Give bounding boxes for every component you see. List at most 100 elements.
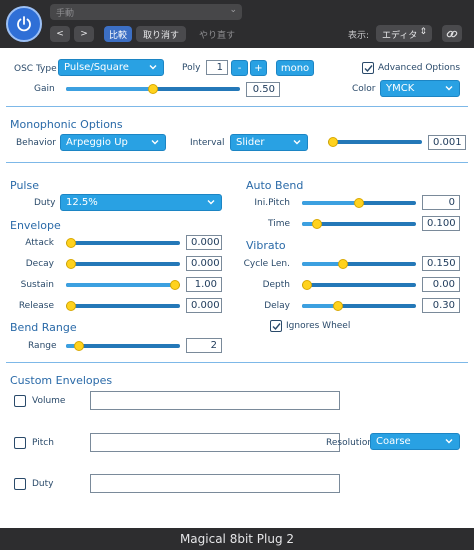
plugin-name: Magical 8bit Plug 2 xyxy=(179,532,295,546)
poly-input[interactable]: 1 xyxy=(206,60,228,75)
divider xyxy=(6,362,468,363)
ini-pitch-slider[interactable] xyxy=(302,197,416,209)
plugin-name-footer: Magical 8bit Plug 2 xyxy=(0,528,474,550)
cycle-len-slider[interactable] xyxy=(302,258,416,270)
plugin-panel: OSC Type Pulse/Square Poly 1 - + mono Ad… xyxy=(0,48,474,528)
slider-thumb[interactable] xyxy=(312,219,323,229)
osc-type-select[interactable]: Pulse/Square xyxy=(58,59,164,76)
custom-envelopes-title: Custom Envelopes xyxy=(10,374,113,387)
slider-thumb[interactable] xyxy=(66,301,76,311)
interval-slider[interactable] xyxy=(328,136,422,148)
decay-label: Decay xyxy=(25,259,54,269)
chevron-down-icon xyxy=(207,200,215,205)
checkmark-icon xyxy=(272,322,281,330)
gain-slider[interactable] xyxy=(66,83,240,95)
gain-label: Gain xyxy=(34,84,55,94)
interval-select[interactable]: Slider xyxy=(230,134,308,151)
release-value[interactable]: 0.000 xyxy=(186,298,222,313)
color-select[interactable]: YMCK xyxy=(380,80,460,97)
poly-decrement-button[interactable]: - xyxy=(231,60,248,76)
ignores-wheel-checkbox[interactable] xyxy=(270,320,282,332)
poly-increment-button[interactable]: + xyxy=(250,60,267,76)
range-label: Range xyxy=(28,341,57,351)
power-button[interactable] xyxy=(6,6,42,42)
cycle-len-value[interactable]: 0.150 xyxy=(422,256,460,271)
updown-chevron-icon: ⇕ xyxy=(419,27,427,37)
chevron-down-icon xyxy=(149,65,157,70)
advanced-options-label: Advanced Options xyxy=(378,63,461,73)
sustain-value[interactable]: 1.00 xyxy=(186,277,222,292)
preset-name: 手動 xyxy=(56,9,75,19)
time-label: Time xyxy=(267,219,290,229)
slider-thumb[interactable] xyxy=(302,280,312,290)
divider xyxy=(6,162,468,163)
delay-value[interactable]: 0.30 xyxy=(422,298,460,313)
release-label: Release xyxy=(18,301,54,311)
duty-select[interactable]: 12.5% xyxy=(60,194,222,211)
pitch-envelope-input[interactable] xyxy=(90,433,340,452)
advanced-options-checkbox[interactable] xyxy=(362,62,374,74)
interval-value[interactable]: 0.001 xyxy=(428,135,466,150)
redo-button[interactable]: やり直す xyxy=(192,26,242,42)
prev-preset-button[interactable]: < xyxy=(50,26,70,42)
slider-thumb[interactable] xyxy=(354,198,364,208)
slider-thumb[interactable] xyxy=(333,301,344,311)
slider-thumb[interactable] xyxy=(74,341,85,351)
decay-slider[interactable] xyxy=(66,258,180,270)
osc-type-label: OSC Type xyxy=(14,64,57,74)
divider xyxy=(6,106,468,107)
slider-thumb[interactable] xyxy=(66,259,76,269)
delay-label: Delay xyxy=(264,301,290,311)
slider-thumb[interactable] xyxy=(66,238,76,248)
delay-slider[interactable] xyxy=(302,300,416,312)
compare-button[interactable]: 比較 xyxy=(104,26,132,42)
volume-envelope-checkbox[interactable] xyxy=(14,395,26,407)
sustain-slider[interactable] xyxy=(66,279,180,291)
view-select[interactable]: エディタ ⇕ xyxy=(376,25,432,42)
duty-envelope-checkbox[interactable] xyxy=(14,478,26,490)
color-label: Color xyxy=(352,84,376,94)
depth-slider[interactable] xyxy=(302,279,416,291)
attack-value[interactable]: 0.000 xyxy=(186,235,222,250)
duty-envelope-input[interactable] xyxy=(90,474,340,493)
slider-thumb[interactable] xyxy=(328,137,338,147)
chevron-down-icon xyxy=(445,86,453,91)
power-icon xyxy=(17,16,31,32)
attack-label: Attack xyxy=(25,238,54,248)
chevron-down-icon xyxy=(293,140,301,145)
gain-value[interactable]: 0.50 xyxy=(246,82,280,97)
ini-pitch-value[interactable]: 0 xyxy=(422,195,460,210)
release-slider[interactable] xyxy=(66,300,180,312)
checkmark-icon xyxy=(364,64,373,72)
depth-label: Depth xyxy=(262,280,290,290)
pulse-title: Pulse xyxy=(10,179,39,192)
link-button[interactable] xyxy=(442,25,462,42)
resolution-select[interactable]: Coarse xyxy=(370,433,460,450)
undo-button[interactable]: 取り消す xyxy=(136,26,186,42)
slider-thumb[interactable] xyxy=(338,259,349,269)
range-slider[interactable] xyxy=(66,340,180,352)
slider-thumb[interactable] xyxy=(148,84,158,94)
volume-envelope-input[interactable] xyxy=(90,391,340,410)
duty-envelope-label: Duty xyxy=(32,479,54,489)
attack-slider[interactable] xyxy=(66,237,180,249)
pitch-envelope-checkbox[interactable] xyxy=(14,437,26,449)
preset-select[interactable]: 手動 ⌄ xyxy=(50,4,242,20)
volume-label: Volume xyxy=(32,396,66,406)
behavior-select[interactable]: Arpeggio Up xyxy=(60,134,166,151)
auto-bend-title: Auto Bend xyxy=(246,179,304,192)
next-preset-button[interactable]: > xyxy=(74,26,94,42)
ignores-wheel-label: Ignores Wheel xyxy=(286,321,351,331)
depth-value[interactable]: 0.00 xyxy=(422,277,460,292)
mono-button[interactable]: mono xyxy=(276,60,314,76)
vibrato-title: Vibrato xyxy=(246,239,286,252)
poly-label: Poly xyxy=(182,63,201,73)
time-slider[interactable] xyxy=(302,218,416,230)
ini-pitch-label: Ini.Pitch xyxy=(254,198,290,208)
slider-thumb[interactable] xyxy=(170,280,180,290)
time-value[interactable]: 0.100 xyxy=(422,216,460,231)
bend-range-title: Bend Range xyxy=(10,321,77,334)
decay-value[interactable]: 0.000 xyxy=(186,256,222,271)
chevron-down-icon xyxy=(151,140,159,145)
range-value[interactable]: 2 xyxy=(186,338,222,353)
